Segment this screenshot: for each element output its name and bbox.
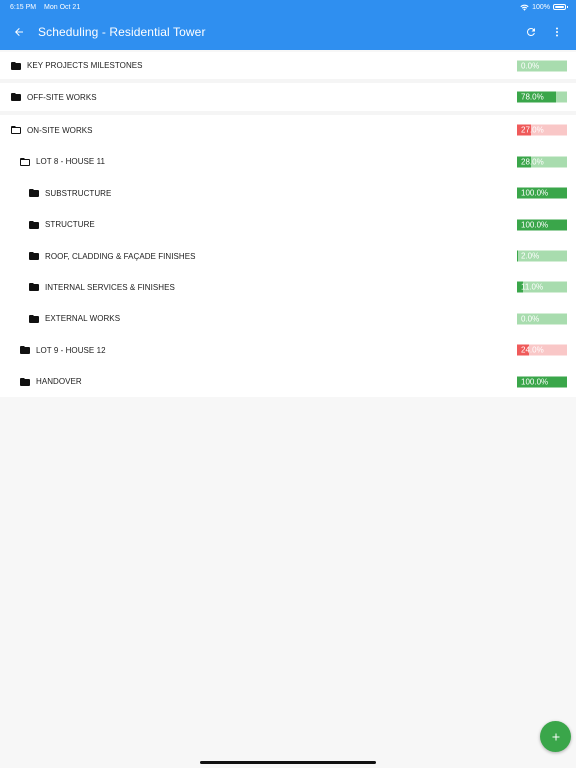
progress-bar: 0.0% [517,60,567,72]
progress-text: 0.0% [521,314,540,324]
tree-row[interactable]: LOT 9 - HOUSE 12 24.0% [0,334,576,366]
folder-icon [28,314,40,324]
tree-row-label: INTERNAL SERVICES & FINISHES [45,282,175,292]
progress-text: 78.0% [521,92,544,102]
progress-bar: 78.0% [517,91,567,103]
progress-text: 27.0% [521,125,544,135]
progress-text: 100.0% [521,220,549,230]
folder-icon [28,251,40,261]
progress-fill [517,250,518,262]
tree-row-label: LOT 8 - HOUSE 11 [36,157,105,167]
folder-icon [19,377,31,387]
tree-row-label: STRUCTURE [45,220,95,230]
status-date: Mon Oct 21 [44,3,81,11]
folder-icon [28,282,40,292]
status-time: 6:15 PM [10,3,37,11]
tree-row[interactable]: LOT 8 - HOUSE 11 28.0% [0,146,576,178]
battery-icon [553,4,568,10]
more-vertical-icon [556,27,558,37]
page-title: Scheduling - Residential Tower [38,25,206,39]
back-button[interactable] [8,21,30,43]
folder-icon [28,188,40,198]
folder-icon [10,92,22,102]
folder-icon [28,220,40,230]
add-button[interactable] [540,721,571,752]
tree-row-label: ROOF, CLADDING & FAÇADE FINISHES [45,251,196,261]
tree-row-label: SUBSTRUCTURE [45,188,112,198]
progress-text: 24.0% [521,345,544,355]
folder-open-icon [10,125,22,135]
progress-bar: 100.0% [517,376,567,388]
schedule-tree-list: KEY PROJECTS MILESTONES 0.0% OFF-SITE WORK… [0,52,576,398]
app-actions [520,21,568,43]
tree-row[interactable]: ON-SITE WORKS 27.0% [0,114,576,147]
folder-open-icon [19,157,31,167]
progress-text: 11.0% [521,282,544,292]
progress-bar: 27.0% [517,124,567,136]
tree-row[interactable]: HANDOVER 100.0% [0,365,576,398]
tree-row[interactable]: OFF-SITE WORKS 78.0% [0,83,576,115]
tree-row[interactable]: INTERNAL SERVICES & FINISHES 11.0% [0,271,576,304]
status-left: 6:15 PM Mon Oct 21 [10,4,86,11]
more-menu-button[interactable] [546,21,568,43]
battery-percent: 100% [532,3,550,11]
status-bar: 6:15 PM Mon Oct 21 100% [0,0,576,14]
progress-text: 100.0% [521,377,549,387]
tree-row[interactable]: KEY PROJECTS MILESTONES 0.0% [0,52,576,84]
home-indicator[interactable] [200,761,376,764]
tree-row-label: ON-SITE WORKS [27,125,93,135]
progress-bar: 2.0% [517,250,567,262]
tree-row[interactable]: ROOF, CLADDING & FAÇADE FINISHES 2.0% [0,240,576,272]
progress-text: 28.0% [521,157,544,167]
tree-row[interactable]: STRUCTURE 100.0% [0,208,576,241]
tree-row-label: LOT 9 - HOUSE 12 [36,345,106,355]
folder-icon [19,345,31,355]
tree-row-label: KEY PROJECTS MILESTONES [27,61,143,71]
progress-bar: 11.0% [517,281,567,293]
tree-row[interactable]: SUBSTRUCTURE 100.0% [0,177,576,209]
arrow-left-icon [15,28,23,36]
progress-bar: 24.0% [517,344,567,356]
progress-bar: 28.0% [517,156,567,168]
tree-row[interactable]: EXTERNAL WORKS 0.0% [0,303,576,335]
status-right: 100% [520,3,568,11]
screen: 6:15 PM Mon Oct 21 100% Scheduling - Res… [0,0,576,768]
refresh-icon [526,27,535,36]
progress-bar: 0.0% [517,313,567,325]
progress-text: 2.0% [521,251,540,261]
tree-row-label: HANDOVER [36,377,82,387]
app-bar: Scheduling - Residential Tower [0,14,576,50]
tree-row-label: OFF-SITE WORKS [27,92,97,102]
tree-row-label: EXTERNAL WORKS [45,314,121,324]
wifi-icon [520,4,529,11]
refresh-button[interactable] [520,21,542,43]
folder-icon [10,61,22,71]
progress-bar: 100.0% [517,219,567,231]
progress-bar: 100.0% [517,187,567,199]
progress-text: 100.0% [521,188,549,198]
plus-icon [552,733,559,740]
progress-text: 0.0% [521,61,540,71]
